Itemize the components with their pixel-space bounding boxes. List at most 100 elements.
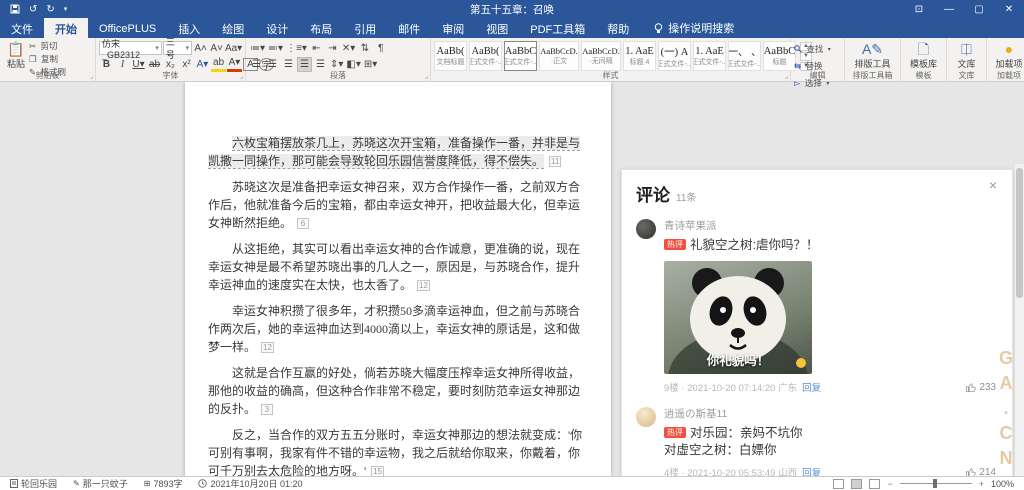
tab-mailings[interactable]: 邮件 — [387, 18, 431, 38]
like-button[interactable]: 233 — [965, 382, 996, 393]
show-marks-icon[interactable]: ¶ — [373, 41, 388, 56]
styles-dialog-launcher[interactable]: ⌟ — [785, 72, 788, 80]
scrollbar-thumb[interactable] — [1016, 168, 1023, 298]
comment-count-marker[interactable]: 3 — [261, 404, 273, 415]
tab-review[interactable]: 审阅 — [431, 18, 475, 38]
comment-meta: 9楼 · 2021-10-20 07:14:20 广东 — [664, 380, 797, 394]
zoom-slider-thumb[interactable] — [933, 479, 937, 488]
decrease-indent-icon[interactable]: ⇤ — [309, 41, 324, 56]
comment-username[interactable]: 青诗苹果派 — [664, 218, 996, 233]
tab-design[interactable]: 设计 — [255, 18, 299, 38]
zoom-in-icon[interactable]: + — [979, 479, 984, 489]
tab-officeplus[interactable]: OfficePLUS — [88, 18, 167, 38]
tab-insert[interactable]: 插入 — [167, 18, 211, 38]
comments-title: 评论 — [636, 181, 670, 206]
asian-layout-icon[interactable]: ✕▾ — [341, 41, 356, 56]
tell-me-search[interactable]: 操作说明搜索 — [640, 18, 734, 38]
style-item[interactable]: 1. AaE标题 4 — [623, 41, 656, 71]
web-layout-icon[interactable] — [869, 479, 880, 489]
reply-link[interactable]: 回复 — [802, 380, 821, 394]
pen-icon: ✎ — [73, 479, 80, 488]
comment-meta: 4楼 · 2021-10-20 05:53:49 山西 — [664, 465, 797, 476]
grow-font-icon[interactable]: A˄ — [193, 41, 208, 56]
font-name-combobox[interactable]: 仿宋_GB2312▾ — [99, 41, 162, 55]
multilevel-list-icon[interactable]: ⋮≡▾ — [285, 41, 308, 56]
addins-button[interactable]: ● 加载项 — [990, 40, 1024, 72]
author-status[interactable]: ✎ 那一只蚊子 — [73, 477, 128, 490]
font-dialog-launcher[interactable]: ⌟ — [240, 72, 243, 80]
comment-count-marker[interactable]: 12 — [261, 342, 274, 353]
zoom-out-icon[interactable]: − — [887, 479, 892, 489]
tell-me-label: 操作说明搜索 — [668, 20, 734, 36]
restore-icon[interactable]: ▢ — [964, 0, 994, 18]
paragraph-dialog-launcher[interactable]: ⌟ — [425, 72, 428, 80]
shrink-font-icon[interactable]: A˅ — [209, 41, 224, 56]
book-title-status[interactable]: 轮回乐园 — [10, 477, 57, 490]
comments-scrollbar[interactable] — [1015, 164, 1024, 476]
redo-icon[interactable]: ↻ — [46, 4, 54, 15]
find-button[interactable]: 查找 ▾ — [794, 41, 841, 57]
comment-count-marker[interactable]: 15 — [371, 466, 384, 476]
comment-username[interactable]: 逍遥の斯基11 — [664, 406, 996, 421]
panda-image[interactable]: 你礼貌吗！ — [664, 261, 812, 374]
commented-text-highlight[interactable]: 六枚宝箱摆放茶几上，苏晓这次开宝箱，准备操作一番，并非是与凯撒一同操作，那可能会… — [208, 136, 580, 168]
template-library-button[interactable]: 🗋 模板库 — [904, 40, 943, 72]
reply-link[interactable]: 回复 — [802, 465, 821, 476]
increase-indent-icon[interactable]: ⇥ — [325, 41, 340, 56]
copy-button[interactable]: ❐ 复制 — [29, 53, 66, 65]
comment-item: 逍遥の斯基11 热评对乐园：亲妈不坑你 对虚空之树：白嫖你 4楼 · 2021-… — [636, 406, 996, 476]
style-item[interactable]: AaBb(文档标题 — [434, 41, 467, 71]
tab-layout[interactable]: 布局 — [299, 18, 343, 38]
save-icon[interactable] — [10, 4, 20, 14]
comment-text: 热评礼貌空之树:虐你吗？！ — [664, 237, 996, 254]
tab-home[interactable]: 开始 — [44, 18, 88, 38]
numbering-icon[interactable]: ≕▾ — [267, 41, 284, 56]
hot-comment-badge: 热评 — [664, 427, 686, 438]
tab-file[interactable]: 文件 — [0, 18, 44, 38]
comment-count-marker[interactable]: 6 — [297, 218, 309, 229]
paragraph: 反之，当合作的双方五五分账时，幸运女神那边的想法就变成：'你可别有事啊，我家有件… — [208, 426, 588, 476]
cut-button[interactable]: ✂ 剪切 — [29, 40, 66, 52]
undo-icon[interactable]: ↺ — [29, 4, 37, 15]
paste-button[interactable]: 📋 粘贴 — [3, 40, 29, 72]
word-count-status[interactable]: ⊞ 7893字 — [144, 477, 183, 490]
style-item[interactable]: 一、 、正式文件-... — [728, 41, 761, 71]
clipboard-dialog-launcher[interactable]: ⌟ — [90, 72, 93, 80]
document-page[interactable]: 六枚宝箱摆放茶几上，苏晓这次开宝箱，准备操作一番，并非是与凯撒一同操作，那可能会… — [185, 82, 611, 476]
print-layout-icon[interactable] — [851, 479, 862, 489]
hot-comment-badge: 热评 — [664, 239, 686, 250]
style-item[interactable]: AaBb(正式文件-... — [469, 41, 502, 71]
minimize-icon[interactable]: — — [934, 0, 964, 18]
bullets-icon[interactable]: ≔▾ — [249, 41, 266, 56]
style-item[interactable]: AaBbCcD.·无间隔 — [581, 41, 621, 71]
zoom-slider[interactable] — [900, 483, 972, 484]
zoom-level[interactable]: 100% — [991, 479, 1014, 489]
close-comments-icon[interactable]: × — [984, 176, 1002, 194]
read-mode-icon[interactable] — [833, 479, 844, 489]
tab-view[interactable]: 视图 — [475, 18, 519, 38]
style-item[interactable]: 1. AaE正式文件-... — [693, 41, 726, 71]
style-item-selected[interactable]: AaBbC正式文件-... — [504, 41, 537, 71]
comment-count-marker[interactable]: 12 — [417, 280, 430, 291]
library-button[interactable]: ⎅ 文库 — [950, 40, 983, 72]
customize-qat-icon[interactable]: ▾ — [64, 5, 68, 13]
typeset-tool-button[interactable]: A✎ 排版工具 — [848, 40, 897, 72]
change-case-icon[interactable]: Aa▾ — [225, 41, 242, 56]
tab-pdf-toolbox[interactable]: PDF工具箱 — [519, 18, 596, 38]
template-library-icon: 🗋 — [918, 42, 929, 56]
avatar[interactable] — [636, 219, 656, 239]
comment-count-marker[interactable]: 11 — [549, 156, 561, 167]
close-window-icon[interactable]: ✕ — [994, 0, 1024, 18]
tab-draw[interactable]: 绘图 — [211, 18, 255, 38]
tab-help[interactable]: 帮助 — [596, 18, 640, 38]
group-font: 仿宋_GB2312▾ 三号▾ A˄ A˅ Aa▾ B I U▾ ab x₂ x²… — [96, 38, 246, 81]
font-size-combobox[interactable]: 三号▾ — [163, 41, 192, 55]
like-button[interactable]: 214 — [965, 467, 996, 477]
tab-references[interactable]: 引用 — [343, 18, 387, 38]
sort-icon[interactable]: ⇅ — [357, 41, 372, 56]
ribbon-display-options-icon[interactable]: ⊡ — [904, 0, 934, 18]
style-item[interactable]: AaBbCcD.·正文 — [539, 41, 579, 71]
style-item[interactable]: (一) A正式文件-... — [658, 41, 691, 71]
quick-access-toolbar: ↺ ↻ ▾ — [0, 4, 67, 15]
avatar[interactable] — [636, 407, 656, 427]
